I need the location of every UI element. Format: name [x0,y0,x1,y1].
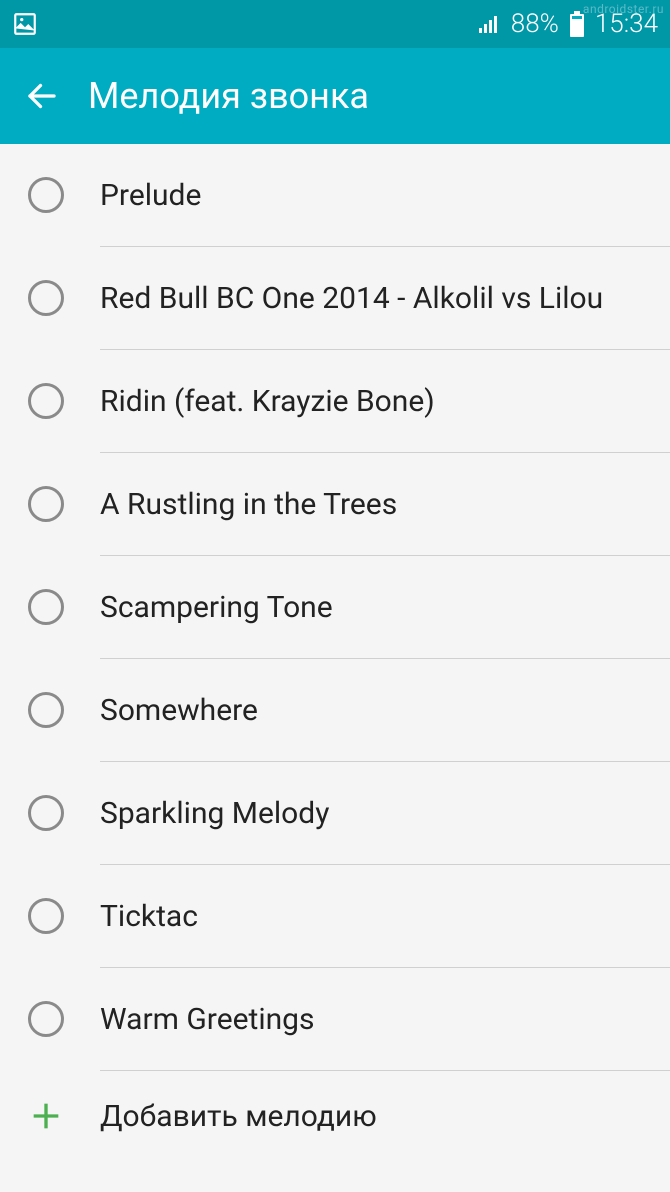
picture-icon [12,11,38,37]
ringtone-label: Somewhere [100,691,258,730]
ringtone-label: Warm Greetings [100,1000,315,1039]
ringtone-label: Ridin (feat. Krayzie Bone) [100,382,435,421]
signal-icon [477,12,501,36]
radio-icon[interactable] [28,1001,64,1037]
radio-icon[interactable] [28,486,64,522]
action-bar: Мелодия звонка [0,48,670,144]
status-left [12,11,38,37]
ringtone-item[interactable]: Ticktac [0,865,670,967]
ringtone-item[interactable]: Ridin (feat. Krayzie Bone) [0,350,670,452]
status-bar: androidster.ru 88% 15 [0,0,670,48]
radio-icon[interactable] [28,589,64,625]
radio-icon[interactable] [28,177,64,213]
add-ringtone-button[interactable]: Добавить мелодию [0,1071,670,1161]
ringtone-item[interactable]: Sparkling Melody [0,762,670,864]
ringtone-list: Prelude Red Bull BC One 2014 - Alkolil v… [0,144,670,1161]
ringtone-item[interactable]: Prelude [0,144,670,246]
add-ringtone-label: Добавить мелодию [100,1097,377,1136]
ringtone-label: Scampering Tone [100,588,333,627]
ringtone-item[interactable]: Somewhere [0,659,670,761]
radio-icon[interactable] [28,280,64,316]
radio-icon[interactable] [28,898,64,934]
ringtone-label: Ticktac [100,897,198,936]
ringtone-item[interactable]: Red Bull BC One 2014 - Alkolil vs Lilou [0,247,670,349]
page-title: Мелодия звонка [88,75,369,117]
ringtone-item[interactable]: Warm Greetings [0,968,670,1070]
ringtone-item[interactable]: Scampering Tone [0,556,670,658]
plus-icon [28,1098,64,1134]
radio-icon[interactable] [28,383,64,419]
ringtone-label: Sparkling Melody [100,794,329,833]
ringtone-label: Red Bull BC One 2014 - Alkolil vs Lilou [100,279,603,318]
ringtone-label: A Rustling in the Trees [100,485,397,524]
watermark-text: androidster.ru [583,2,664,16]
ringtone-label: Prelude [100,176,201,215]
battery-percent: 88% [511,9,559,39]
radio-icon[interactable] [28,692,64,728]
ringtone-item[interactable]: A Rustling in the Trees [0,453,670,555]
back-arrow-icon[interactable] [24,78,60,114]
radio-icon[interactable] [28,795,64,831]
